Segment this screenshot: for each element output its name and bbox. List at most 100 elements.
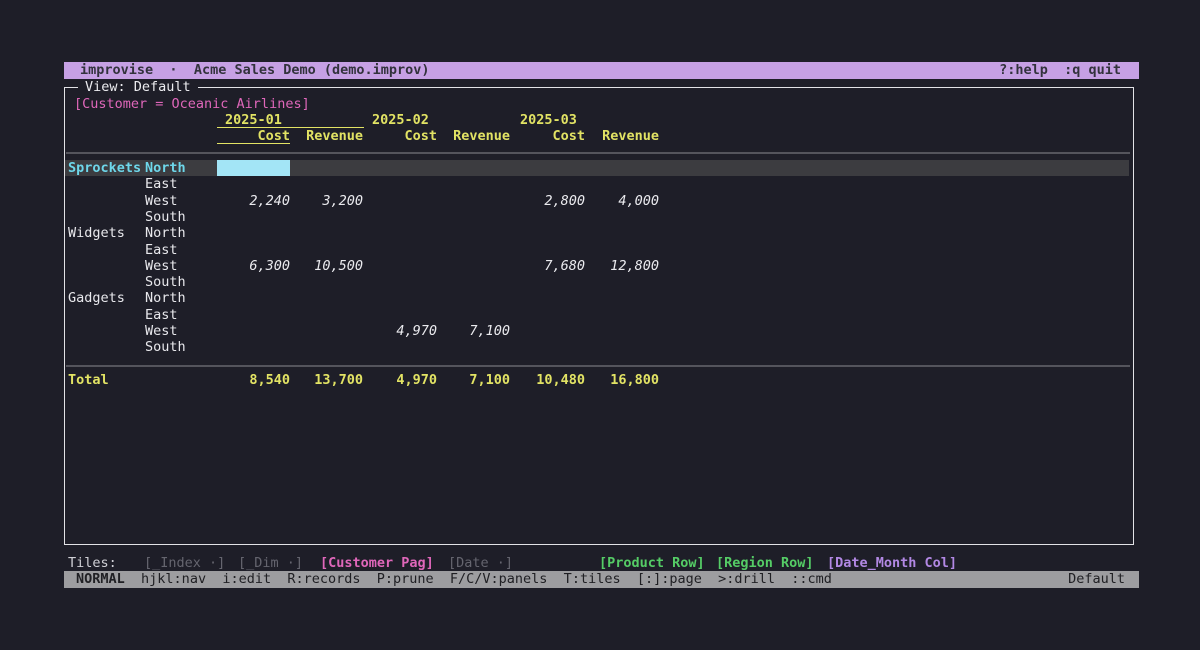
- data-cell[interactable]: [290, 209, 363, 225]
- data-cell[interactable]: [437, 176, 510, 192]
- data-cell[interactable]: [364, 258, 437, 274]
- data-cell[interactable]: [586, 307, 659, 323]
- data-cell[interactable]: [437, 225, 510, 241]
- data-cell[interactable]: 7,680: [512, 258, 585, 274]
- column-header-cost[interactable]: Cost: [512, 128, 585, 144]
- data-cell[interactable]: 4,970: [364, 323, 437, 339]
- tile-region[interactable]: [Region Row]: [716, 555, 814, 571]
- data-cell[interactable]: [364, 307, 437, 323]
- data-cell[interactable]: [512, 323, 585, 339]
- data-cell[interactable]: [437, 274, 510, 290]
- data-cell[interactable]: [217, 209, 290, 225]
- table-row[interactable]: East: [65, 242, 1129, 258]
- table-row[interactable]: South: [65, 274, 1129, 290]
- table-row[interactable]: Widgets North: [65, 225, 1129, 241]
- data-cell[interactable]: [290, 290, 363, 306]
- data-cell[interactable]: [290, 160, 363, 176]
- data-cell[interactable]: [512, 274, 585, 290]
- table-row[interactable]: Sprockets North: [65, 160, 1129, 176]
- data-cell[interactable]: [217, 274, 290, 290]
- tile-date-month[interactable]: [Date_Month Col]: [827, 555, 957, 571]
- data-cell[interactable]: 10,500: [290, 258, 363, 274]
- data-cell[interactable]: [586, 274, 659, 290]
- data-cell[interactable]: [437, 339, 510, 355]
- data-cell[interactable]: [217, 225, 290, 241]
- data-cell[interactable]: [217, 339, 290, 355]
- tile-product[interactable]: [Product Row]: [599, 555, 705, 571]
- data-cell[interactable]: [512, 290, 585, 306]
- data-cell[interactable]: [437, 242, 510, 258]
- data-cell[interactable]: [586, 160, 659, 176]
- data-cell[interactable]: [437, 307, 510, 323]
- column-header-cost[interactable]: Cost: [217, 128, 290, 144]
- data-cell[interactable]: [437, 209, 510, 225]
- data-cell[interactable]: 12,800: [586, 258, 659, 274]
- tile-customer[interactable]: [Customer Pag]: [320, 555, 434, 571]
- data-cell[interactable]: [437, 290, 510, 306]
- data-cell[interactable]: [217, 242, 290, 258]
- column-group-2025-01[interactable]: 2025-01: [217, 112, 364, 128]
- data-cell[interactable]: [364, 193, 437, 209]
- tile-index[interactable]: [_Index ·]: [144, 555, 225, 571]
- table-row[interactable]: West 6,300 10,500 7,680 12,800: [65, 258, 1129, 274]
- column-header-revenue[interactable]: Revenue: [437, 128, 510, 144]
- data-cell[interactable]: [512, 160, 585, 176]
- data-cell[interactable]: 2,800: [512, 193, 585, 209]
- data-cell[interactable]: [437, 160, 510, 176]
- column-group-2025-02[interactable]: 2025-02: [372, 112, 429, 128]
- data-cell[interactable]: [512, 209, 585, 225]
- data-cell[interactable]: [586, 323, 659, 339]
- data-cell[interactable]: [586, 225, 659, 241]
- data-cell[interactable]: [512, 339, 585, 355]
- column-group-2025-03[interactable]: 2025-03: [520, 112, 577, 128]
- tile-dim[interactable]: [_Dim ·]: [238, 555, 303, 571]
- data-cell[interactable]: [364, 176, 437, 192]
- data-cell[interactable]: [586, 290, 659, 306]
- data-cell[interactable]: [364, 274, 437, 290]
- data-cell[interactable]: [364, 225, 437, 241]
- data-cell[interactable]: 3,200: [290, 193, 363, 209]
- table-row[interactable]: South: [65, 339, 1129, 355]
- data-cell[interactable]: [364, 339, 437, 355]
- column-header-cost[interactable]: Cost: [364, 128, 437, 144]
- data-cell[interactable]: 4,000: [586, 193, 659, 209]
- data-cell[interactable]: [586, 176, 659, 192]
- data-cell[interactable]: [217, 290, 290, 306]
- table-row[interactable]: Gadgets North: [65, 290, 1129, 306]
- data-cell[interactable]: [290, 339, 363, 355]
- table-row[interactable]: East: [65, 307, 1129, 323]
- data-cell[interactable]: [290, 274, 363, 290]
- data-cell[interactable]: [290, 307, 363, 323]
- data-cell[interactable]: 2,240: [217, 193, 290, 209]
- data-cell[interactable]: [217, 160, 290, 176]
- tile-date[interactable]: [Date ·]: [448, 555, 513, 571]
- data-cell[interactable]: [364, 290, 437, 306]
- data-cell[interactable]: [512, 225, 585, 241]
- data-cell[interactable]: [290, 242, 363, 258]
- data-cell[interactable]: [437, 193, 510, 209]
- data-cell[interactable]: [217, 176, 290, 192]
- column-header-revenue[interactable]: Revenue: [290, 128, 363, 144]
- table-row[interactable]: East: [65, 176, 1129, 192]
- data-cell[interactable]: [586, 242, 659, 258]
- data-cell[interactable]: [217, 323, 290, 339]
- data-cell[interactable]: 6,300: [217, 258, 290, 274]
- data-cell[interactable]: [290, 225, 363, 241]
- data-cell[interactable]: [512, 242, 585, 258]
- data-cell[interactable]: [364, 209, 437, 225]
- data-cell[interactable]: 7,100: [437, 323, 510, 339]
- data-cell[interactable]: [586, 339, 659, 355]
- data-cell[interactable]: [364, 160, 437, 176]
- data-cell[interactable]: [512, 307, 585, 323]
- table-row[interactable]: West 2,240 3,200 2,800 4,000: [65, 193, 1129, 209]
- data-cell[interactable]: [217, 307, 290, 323]
- data-cell[interactable]: [290, 323, 363, 339]
- data-cell[interactable]: [586, 209, 659, 225]
- data-cell[interactable]: [364, 242, 437, 258]
- data-cell[interactable]: [512, 176, 585, 192]
- column-header-revenue[interactable]: Revenue: [586, 128, 659, 144]
- data-cell[interactable]: [290, 176, 363, 192]
- table-row[interactable]: West 4,970 7,100: [65, 323, 1129, 339]
- data-cell[interactable]: [437, 258, 510, 274]
- table-row[interactable]: South: [65, 209, 1129, 225]
